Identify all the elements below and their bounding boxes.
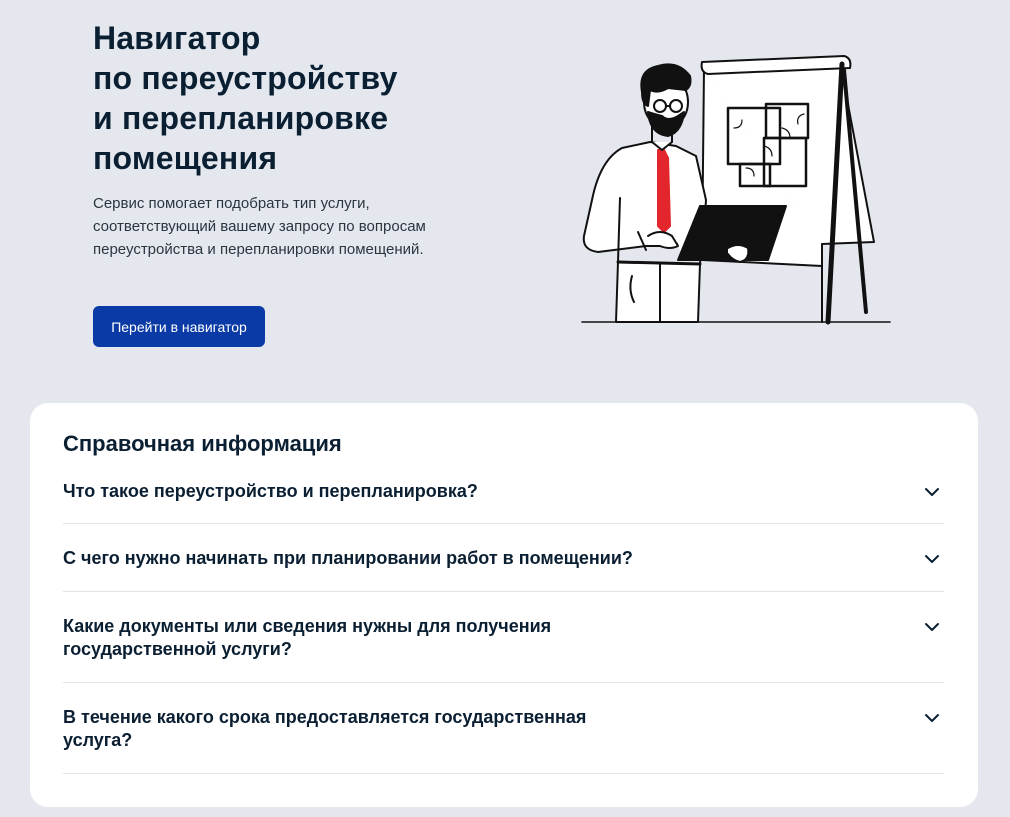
faq-list: Что такое переустройство и перепланировк… — [63, 469, 944, 774]
hero-title: Навигатор по переустройству и перепланир… — [93, 18, 493, 178]
chevron-down-icon[interactable] — [923, 709, 941, 727]
chevron-down-icon[interactable] — [923, 483, 941, 501]
hero-description: Сервис помогает подобрать тип услуги, со… — [93, 195, 426, 258]
go-to-navigator-button[interactable]: Перейти в навигатор — [93, 306, 265, 347]
hero-title-line: по переустройству — [93, 60, 398, 96]
faq-item[interactable]: Какие документы или сведения нужны для п… — [63, 592, 944, 683]
hero-section: Навигатор по переустройству и перепланир… — [93, 18, 493, 261]
reference-info-title: Справочная информация — [63, 431, 342, 456]
faq-question: В течение какого срока предоставляется г… — [63, 707, 587, 750]
page: Навигатор по переустройству и перепланир… — [0, 0, 1010, 817]
hero-title-line: помещения — [93, 140, 278, 176]
faq-question: С чего нужно начинать при планировании р… — [63, 548, 633, 568]
chevron-down-icon[interactable] — [923, 550, 941, 568]
faq-item[interactable]: С чего нужно начинать при планировании р… — [63, 524, 944, 592]
faq-question: Что такое переустройство и перепланировк… — [63, 481, 478, 501]
faq-item[interactable]: Что такое переустройство и перепланировк… — [63, 469, 944, 524]
chevron-down-icon[interactable] — [923, 618, 941, 636]
man-with-laptop-and-floorplan-illustration — [578, 50, 894, 330]
faq-question: Какие документы или сведения нужны для п… — [63, 616, 552, 659]
hero-title-line: Навигатор — [93, 20, 261, 56]
reference-info-card: Справочная информация Что такое переустр… — [30, 403, 978, 807]
faq-item[interactable]: В течение какого срока предоставляется г… — [63, 683, 944, 774]
hero-title-line: и перепланировке — [93, 100, 389, 136]
